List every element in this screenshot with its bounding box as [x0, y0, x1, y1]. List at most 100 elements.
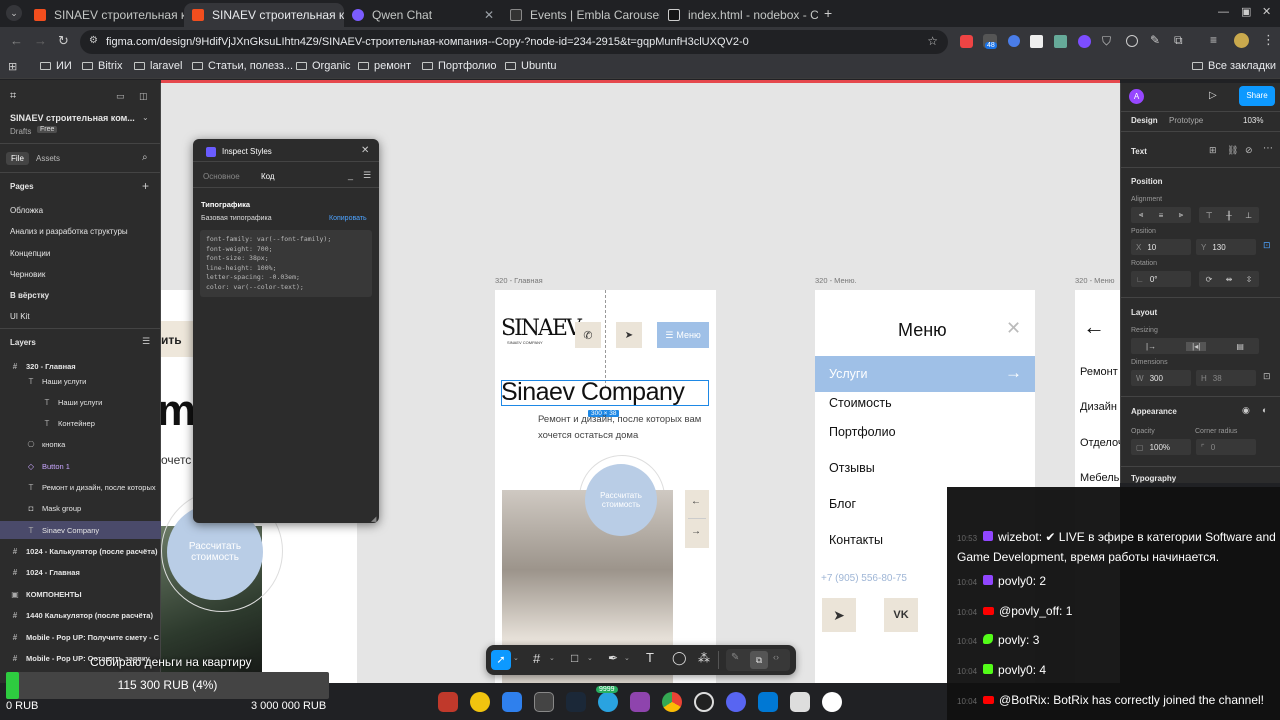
layer-row[interactable]: ⎔ кнопка: [0, 435, 161, 453]
copy-link[interactable]: Копировать: [329, 215, 367, 222]
menu-item-blog[interactable]: Блог: [829, 497, 856, 511]
actions-icon[interactable]: ⁂: [698, 651, 710, 665]
rotation-input[interactable]: ∟ 0°: [1131, 271, 1191, 287]
extension-icon[interactable]: [1008, 35, 1020, 47]
page-item[interactable]: Анализ и разработка структуры: [10, 227, 128, 236]
bookmark-folder[interactable]: Ubuntu: [505, 60, 556, 72]
design-mode-icon[interactable]: ⧉: [750, 651, 768, 669]
menu-item[interactable]: Отделоч: [1080, 437, 1120, 449]
y-input[interactable]: Y 130: [1196, 239, 1256, 255]
phone-link[interactable]: +7 (905) 556-80-75: [821, 573, 907, 584]
chevron-down-icon[interactable]: ⌄: [624, 654, 630, 662]
minimize-icon[interactable]: _: [348, 170, 353, 180]
chrome-icon[interactable]: [662, 692, 682, 712]
collapse-layers-icon[interactable]: ☰: [142, 336, 150, 347]
bookmark-folder[interactable]: ремонт: [358, 60, 411, 72]
more-icon[interactable]: ⋯: [1263, 143, 1273, 154]
layer-row[interactable]: T Наши услуги: [0, 393, 161, 411]
auto-height-icon[interactable]: ▤: [1236, 342, 1244, 351]
frame-label[interactable]: 320 - Меню: [1075, 276, 1114, 285]
menu-item-portfolio[interactable]: Портфолио: [829, 425, 896, 439]
frame-tool-icon[interactable]: #: [533, 651, 540, 666]
fixed-width-icon[interactable]: |→: [1146, 342, 1156, 351]
page-item[interactable]: UI Kit: [10, 312, 30, 321]
add-page-icon[interactable]: +: [142, 179, 149, 193]
figma-menu-icon[interactable]: ⌗: [10, 90, 16, 103]
align-center-icon[interactable]: ≡: [1159, 211, 1164, 220]
new-tab-icon[interactable]: +: [824, 5, 832, 21]
layer-row[interactable]: T Контейнер: [0, 414, 161, 432]
layer-row[interactable]: ◇ Button 1: [0, 457, 161, 475]
play-icon[interactable]: ▷: [1209, 90, 1217, 101]
align-left-icon[interactable]: ⫷: [1139, 210, 1144, 220]
bookmark-folder[interactable]: Статьи, полезз...: [192, 60, 293, 72]
terminal-icon[interactable]: [534, 692, 554, 712]
reload-icon[interactable]: ↻: [58, 33, 69, 49]
back-arrow-icon[interactable]: ←: [1083, 314, 1105, 340]
layer-row[interactable]: #1024 - Калькулятор (после расчёта): [0, 542, 161, 560]
tab-1[interactable]: SINAEV строительная к ✕: [26, 3, 184, 27]
menu-item[interactable]: Ремонт: [1080, 366, 1118, 378]
minimize-icon[interactable]: —: [1218, 6, 1229, 18]
layer-row-selected[interactable]: T Sinaev Company: [0, 521, 161, 539]
height-input[interactable]: H 38: [1196, 370, 1256, 386]
blend-icon[interactable]: ◐: [1262, 405, 1267, 415]
menu-icon[interactable]: ☰: [363, 170, 371, 181]
file-name[interactable]: SINAEV строительная ком...: [10, 113, 135, 123]
rotate-icon[interactable]: ⟳: [1206, 275, 1213, 284]
opacity-input[interactable]: ▢ 100%: [1131, 439, 1191, 455]
page-item[interactable]: Черновик: [10, 270, 45, 279]
chevron-down-icon[interactable]: ⌄: [142, 113, 149, 122]
tab-basic[interactable]: Основное: [203, 172, 240, 181]
frame-label[interactable]: 320 - Главная: [495, 276, 543, 285]
url-input[interactable]: ⚙ figma.com/design/9HdifVjJXnGksuLIhtn4Z…: [80, 30, 948, 54]
tab-code[interactable]: Код: [261, 172, 275, 181]
dev-mode-icon[interactable]: ‹›: [773, 652, 779, 662]
layer-row[interactable]: ▣ КОМПОНЕНТЫ: [0, 585, 161, 603]
bookmark-folder[interactable]: Портфолио: [422, 60, 497, 72]
site-info-icon[interactable]: ⚙: [89, 35, 98, 46]
obsidian-icon[interactable]: [630, 692, 650, 712]
constraints-icon[interactable]: ⊡: [1263, 240, 1271, 251]
app-grid-icon[interactable]: [822, 692, 842, 712]
zoom-level[interactable]: 103%: [1243, 116, 1263, 125]
tab-search-icon[interactable]: ⌄: [6, 5, 22, 21]
files-icon[interactable]: [438, 692, 458, 712]
obs-icon[interactable]: [694, 692, 714, 712]
telegram-button[interactable]: ➤: [616, 322, 642, 348]
x-input[interactable]: X 10: [1131, 239, 1191, 255]
close-icon[interactable]: ✕: [1006, 318, 1021, 339]
layer-row[interactable]: #1440 Калькулятор (после расчёта): [0, 606, 161, 624]
window-close-icon[interactable]: ✕: [1262, 5, 1271, 18]
align-middle-icon[interactable]: ╫: [1226, 211, 1232, 220]
pen-tool-icon[interactable]: ✒: [608, 651, 618, 665]
extension-icon[interactable]: [1030, 35, 1043, 48]
steam-icon[interactable]: [566, 692, 586, 712]
tab-design[interactable]: Design: [1131, 116, 1158, 125]
back-icon[interactable]: ←: [10, 33, 23, 48]
layout-icon[interactable]: ▭: [116, 91, 125, 102]
frame-320-main[interactable]: SINAEV SINAEV COMPANY ✆ ➤ ☰ Меню Sinaev C…: [495, 290, 716, 683]
bookmark-folder[interactable]: Bitrix: [82, 60, 122, 72]
user-avatar[interactable]: A: [1129, 89, 1144, 104]
tab-file[interactable]: File: [6, 152, 29, 165]
telegram-button[interactable]: ➤: [822, 598, 856, 632]
menu-item[interactable]: Дизайн: [1080, 401, 1117, 413]
discord-icon[interactable]: [726, 692, 746, 712]
layer-row[interactable]: T Ремонт и дизайн, после которых: [0, 478, 161, 496]
adblock-icon[interactable]: [960, 35, 973, 48]
page-item-active[interactable]: В вёрстку: [10, 291, 49, 300]
pen-icon[interactable]: ✎: [1150, 33, 1160, 47]
all-bookmarks[interactable]: Все закладки: [1192, 60, 1276, 72]
calc-circle-button[interactable]: Рассчитать стоимость: [585, 464, 657, 536]
phone-button[interactable]: ✆: [575, 322, 601, 348]
chevron-down-icon[interactable]: ⌄: [513, 654, 519, 662]
width-input[interactable]: W 300: [1131, 370, 1191, 386]
forward-icon[interactable]: →: [34, 33, 47, 48]
rectangle-tool-icon[interactable]: □: [571, 651, 578, 665]
link-icon[interactable]: ⛓: [1227, 145, 1238, 156]
app-icon[interactable]: [470, 692, 490, 712]
flip-v-icon[interactable]: ⇳: [1246, 275, 1253, 284]
extension-icon[interactable]: [1126, 35, 1138, 47]
menu-item-contacts[interactable]: Контакты: [829, 533, 883, 547]
